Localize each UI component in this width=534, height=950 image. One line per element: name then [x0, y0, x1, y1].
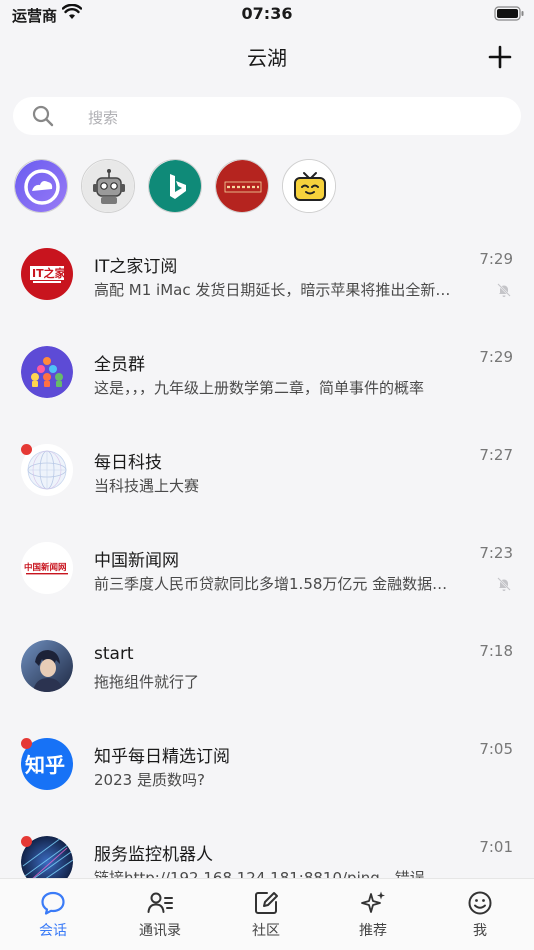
search-input[interactable]: 搜索 — [13, 97, 521, 135]
chat-item-zhihu[interactable]: 知乎 知乎每日精选订阅 2023 是质数吗? 7:05 — [0, 716, 534, 814]
unread-dot — [21, 444, 32, 455]
chat-preview: 当科技遇上大赛 — [94, 477, 200, 495]
status-bar: 运营商 07:36 — [0, 0, 534, 30]
app-shortcuts — [0, 146, 534, 226]
cloud-app-icon[interactable] — [14, 159, 68, 213]
sparkle-icon — [361, 891, 385, 913]
chat-item-china-news[interactable]: 中国新闻网 中国新闻网 前三季度人民币贷款同比多增1.58万亿元 金融数据发布 … — [0, 520, 534, 618]
chat-item-all-staff[interactable]: 全员群 这是，，，九年级上册数学第二章，简单事件的概率 7:29 — [0, 324, 534, 422]
chat-name: 每日科技 — [94, 453, 162, 473]
unread-dot — [21, 836, 32, 847]
chat-preview: 拖拖组件就行了 — [94, 673, 200, 691]
tab-label: 会话 — [39, 923, 67, 939]
robot-app-icon[interactable] — [81, 159, 135, 213]
chat-name: IT之家订阅 — [94, 257, 178, 277]
chat-time: 7:05 — [479, 740, 513, 758]
chat-time: 7:27 — [479, 446, 513, 464]
status-time: 07:36 — [241, 4, 293, 23]
avatar-text: 知乎 — [25, 753, 65, 777]
chat-bubble-icon — [41, 891, 65, 915]
chat-name: start — [94, 644, 134, 664]
add-icon[interactable] — [484, 41, 516, 73]
chat-preview: 链接http://192.168.124.181:8810/ping，错误 — [94, 869, 425, 878]
chat-preview: 这是，，，九年级上册数学第二章，简单事件的概率 — [94, 379, 425, 397]
avatar: IT之家 — [21, 248, 73, 300]
bing-app-icon[interactable] — [148, 159, 202, 213]
translate-app-icon[interactable] — [215, 159, 269, 213]
tab-recommend[interactable]: 推荐 — [320, 879, 426, 950]
bell-muted-icon — [497, 283, 511, 297]
avatar-text: IT之家 — [32, 266, 67, 280]
tab-community[interactable]: 社区 — [213, 879, 319, 950]
tab-label: 我 — [473, 923, 487, 939]
smiley-icon — [468, 891, 492, 915]
chat-item-daily-tech[interactable]: 每日科技 当科技遇上大赛 7:27 — [0, 422, 534, 520]
chat-time: 7:01 — [479, 838, 513, 856]
tab-chats[interactable]: 会话 — [0, 879, 106, 950]
search-icon — [32, 105, 54, 127]
tab-label: 推荐 — [359, 923, 387, 939]
chat-item-start[interactable]: start 拖拖组件就行了 7:18 — [0, 618, 534, 716]
unread-dot — [21, 738, 32, 749]
chat-time: 7:18 — [479, 642, 513, 660]
chat-name: 中国新闻网 — [94, 551, 179, 571]
chat-name: 全员群 — [94, 355, 145, 375]
contacts-icon — [147, 892, 173, 913]
chat-preview: 2023 是质数吗? — [94, 771, 205, 789]
tab-me[interactable]: 我 — [427, 879, 533, 950]
chat-preview: 前三季度人民币贷款同比多增1.58万亿元 金融数据发布 — [94, 575, 462, 593]
chat-item-monitor-bot[interactable]: 服务监控机器人 链接http://192.168.124.181:8810/pi… — [0, 814, 534, 878]
edit-square-icon — [255, 892, 278, 914]
chat-name: 知乎每日精选订阅 — [94, 747, 230, 767]
avatar-text: 中国新闻网 — [24, 562, 67, 573]
chat-name: 服务监控机器人 — [94, 845, 213, 865]
tab-label: 社区 — [252, 923, 280, 939]
chat-list: IT之家 IT之家订阅 高配 M1 iMac 发货日期延长，暗示苹果将推出全新机… — [0, 226, 534, 878]
avatar: 中国新闻网 — [21, 542, 73, 594]
nav-bar: 云湖 — [0, 30, 534, 84]
search-placeholder: 搜索 — [88, 109, 119, 127]
page-title: 云湖 — [247, 46, 287, 70]
search-section: 搜索 — [0, 84, 534, 146]
tab-label: 通讯录 — [139, 923, 181, 939]
tv-app-icon[interactable] — [282, 159, 336, 213]
tab-bar: 会话 通讯录 社区 推荐 我 — [0, 878, 534, 950]
tab-contacts[interactable]: 通讯录 — [107, 879, 213, 950]
chat-time: 7:29 — [479, 250, 513, 268]
bell-muted-icon — [497, 577, 511, 591]
chat-item-it-home[interactable]: IT之家 IT之家订阅 高配 M1 iMac 发货日期延长，暗示苹果将推出全新机… — [0, 226, 534, 324]
chat-time: 7:29 — [479, 348, 513, 366]
avatar — [21, 346, 73, 398]
chat-preview: 高配 M1 iMac 发货日期延长，暗示苹果将推出全新机型 — [94, 281, 462, 299]
chat-time: 7:23 — [479, 544, 513, 562]
avatar — [21, 640, 73, 692]
battery-icon — [494, 6, 524, 21]
